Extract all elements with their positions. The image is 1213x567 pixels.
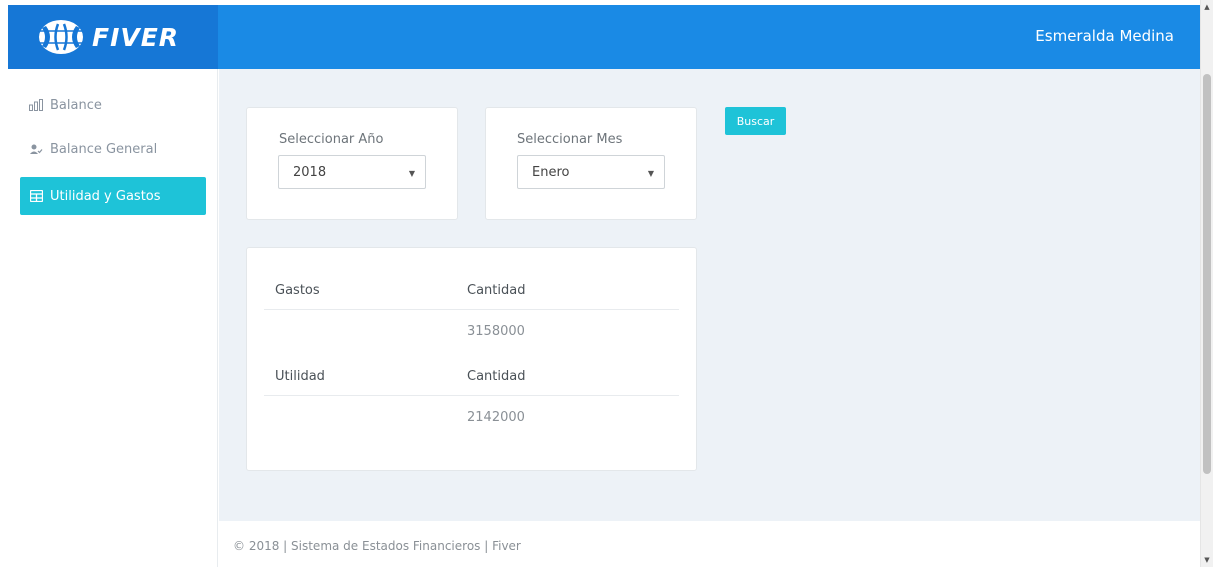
utilidad-value: 2142000 — [467, 410, 525, 425]
sidebar-item-balance-general[interactable]: Balance General — [20, 130, 206, 168]
gastos-header: Gastos — [275, 283, 320, 298]
footer-text: © 2018 | Sistema de Estados Financieros … — [233, 539, 521, 553]
scroll-up-arrow-icon[interactable]: ▲ — [1201, 0, 1213, 14]
divider — [264, 309, 679, 310]
sidebar-item-label: Balance General — [50, 141, 158, 157]
scrollbar-thumb[interactable] — [1203, 74, 1211, 474]
user-name[interactable]: Esmeralda Medina — [1035, 27, 1174, 45]
scroll-down-arrow-icon[interactable]: ▼ — [1201, 553, 1213, 567]
user-check-icon — [28, 142, 44, 156]
utilidad-header: Utilidad — [275, 369, 325, 384]
window-edge — [0, 0, 8, 567]
gastos-quantity-header: Cantidad — [467, 283, 526, 298]
gastos-value: 3158000 — [467, 324, 525, 339]
logo-text: FIVER — [92, 22, 180, 52]
year-label: Seleccionar Año — [279, 132, 384, 147]
globe-logo-icon — [36, 18, 86, 56]
year-filter-card: Seleccionar Año 2018 ▼ — [246, 107, 458, 220]
utilidad-quantity-header: Cantidad — [467, 369, 526, 384]
divider — [264, 395, 679, 396]
brand-logo[interactable]: FIVER — [8, 5, 218, 69]
month-select[interactable]: Enero ▼ — [517, 155, 665, 189]
sidebar: Balance Balance General Utilidad y Gasto… — [8, 69, 218, 567]
chevron-down-icon: ▼ — [408, 169, 415, 178]
top-navbar: FIVER Esmeralda Medina — [8, 5, 1200, 69]
search-button[interactable]: Buscar — [725, 107, 786, 135]
main-content: Seleccionar Año 2018 ▼ Seleccionar Mes E… — [219, 69, 1200, 521]
vertical-scrollbar[interactable]: ▲ ▼ — [1200, 0, 1213, 567]
sidebar-item-utilidad-gastos[interactable]: Utilidad y Gastos — [20, 177, 206, 215]
year-select-value: 2018 — [293, 164, 327, 180]
chevron-down-icon: ▼ — [647, 169, 654, 178]
sidebar-item-label: Utilidad y Gastos — [50, 188, 161, 204]
month-filter-card: Seleccionar Mes Enero ▼ — [485, 107, 697, 220]
sidebar-item-balance[interactable]: Balance — [20, 86, 206, 124]
bar-chart-icon — [28, 98, 44, 112]
month-select-value: Enero — [532, 164, 570, 180]
year-select[interactable]: 2018 ▼ — [278, 155, 426, 189]
footer: © 2018 | Sistema de Estados Financieros … — [219, 521, 1200, 567]
results-card: Gastos Cantidad 3158000 Utilidad Cantida… — [246, 247, 697, 471]
month-label: Seleccionar Mes — [517, 132, 623, 147]
sidebar-item-label: Balance — [50, 97, 102, 113]
table-icon — [28, 189, 44, 203]
